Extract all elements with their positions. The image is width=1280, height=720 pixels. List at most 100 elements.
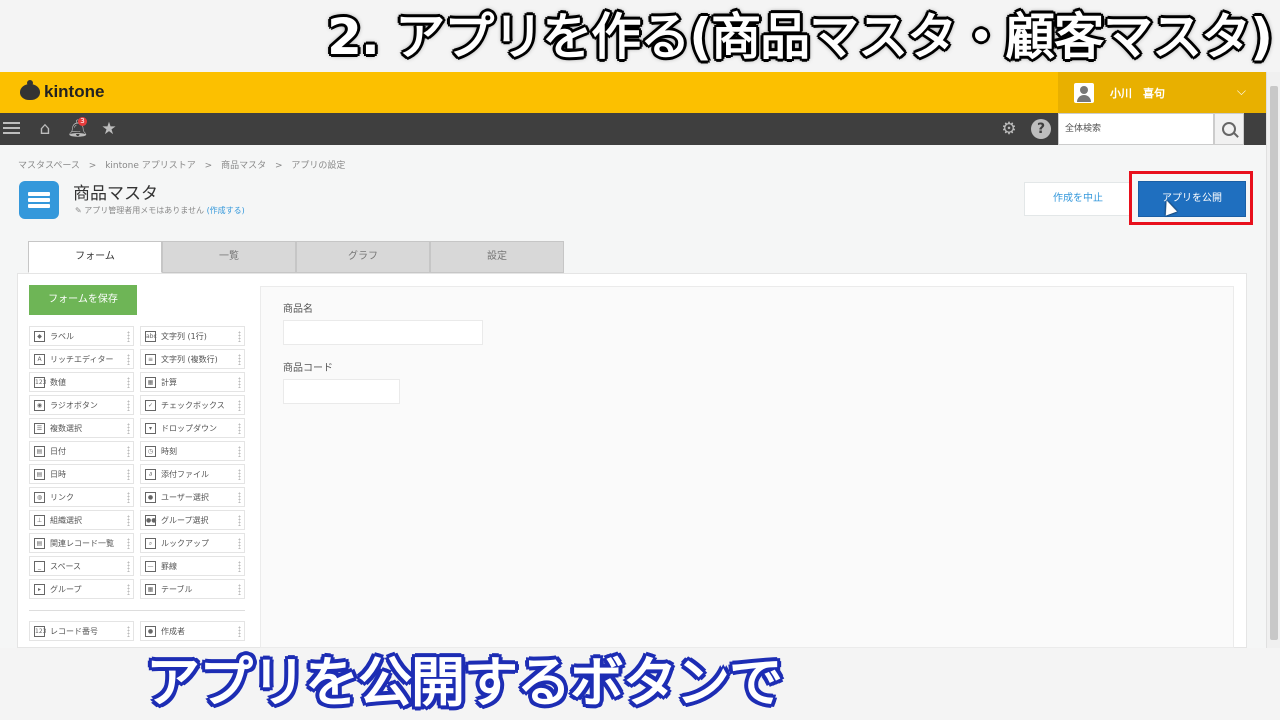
product-code-input[interactable] — [283, 379, 400, 404]
user-name: 小川 喜句 — [1110, 86, 1165, 100]
tab-graph[interactable]: グラフ — [296, 241, 430, 273]
calendar-icon: ▤ — [34, 445, 45, 457]
star-icon[interactable]: ★ — [99, 119, 119, 139]
field-label-product-name: 商品名 — [283, 304, 313, 315]
palette-item-label: 文字列 (複数行) — [161, 354, 218, 364]
palette-item[interactable]: ◉ ラジオボタン — [29, 395, 134, 415]
breadcrumb-appstore[interactable]: kintone アプリストア — [105, 161, 196, 171]
kintone-logo[interactable]: kintone — [20, 80, 104, 103]
save-form-button[interactable]: フォームを保存 — [29, 285, 137, 315]
cancel-creation-button[interactable]: 作成を中止 — [1024, 182, 1132, 216]
palette-item[interactable]: _ スペース — [29, 556, 134, 576]
main-content: マスタスペース > kintone アプリストア > 商品マスタ > アプリの設… — [0, 145, 1266, 648]
palette-item[interactable]: — 罫線 — [140, 556, 245, 576]
palette-item[interactable]: ●● グループ選択 — [140, 510, 245, 530]
clock-icon: ◷ — [145, 445, 156, 457]
help-icon[interactable]: ? — [1031, 119, 1051, 139]
form-canvas[interactable]: 商品名 商品コード — [260, 286, 1234, 648]
palette-item[interactable]: ◆ ラベル — [29, 326, 134, 346]
palette-item-label: チェックボックス — [161, 400, 225, 410]
datetime-icon: ▤ — [34, 468, 45, 480]
palette-item[interactable]: ▤ 日時 — [29, 464, 134, 484]
palette-item[interactable]: ☰ 複数選択 — [29, 418, 134, 438]
palette-divider — [29, 610, 245, 611]
user-menu[interactable]: 小川 喜句 ⌵ — [1058, 72, 1266, 113]
palette-item[interactable]: ● ユーザー選択 — [140, 487, 245, 507]
app-list-icon — [19, 181, 59, 219]
palette-item[interactable]: ▦ 計算 — [140, 372, 245, 392]
palette-item-label: 作成者 — [161, 626, 185, 636]
abc-icon: abc — [145, 330, 157, 342]
globe-icon: ◍ — [34, 491, 45, 503]
palette-item-label: ルックアップ — [161, 538, 209, 548]
breadcrumb-space[interactable]: マスタスペース — [18, 161, 80, 171]
palette-item-label: 数値 — [50, 377, 66, 387]
palette-item-label: テーブル — [161, 584, 193, 594]
calculator-icon: ▦ — [145, 376, 156, 388]
creator-icon: ● — [145, 625, 156, 637]
kintone-logo-icon — [20, 80, 40, 100]
palette-item[interactable]: ≡ 文字列 (複数行) — [140, 349, 245, 369]
dropdown-icon: ▾ — [145, 422, 156, 434]
search-input[interactable]: 全体検索 — [1058, 113, 1214, 145]
memo-icon: ✎ — [75, 206, 82, 215]
palette-item[interactable]: ▦ テーブル — [140, 579, 245, 599]
tab-form[interactable]: フォーム — [28, 241, 162, 273]
org-icon: ⊥ — [34, 514, 45, 526]
breadcrumb-separator: > — [88, 161, 97, 171]
palette-item-label: リッチエディター — [50, 354, 114, 364]
palette-item[interactable]: ∂ 添付ファイル — [140, 464, 245, 484]
page-scrollbar[interactable] — [1266, 72, 1280, 648]
record-number-icon: 123 — [34, 625, 47, 637]
palette-item[interactable]: ▾ ドロップダウン — [140, 418, 245, 438]
rich-text-icon: A — [34, 353, 45, 365]
notification-badge: 3 — [78, 117, 87, 126]
palette-item-label: 罫線 — [161, 561, 177, 571]
home-icon[interactable]: ⌂ — [35, 119, 55, 139]
menu-icon[interactable] — [3, 119, 23, 139]
palette-item[interactable]: ⊥ 組織選択 — [29, 510, 134, 530]
palette-item-label: 計算 — [161, 377, 177, 387]
tab-list[interactable]: 一覧 — [162, 241, 296, 273]
palette-item-label: 文字列 (1行) — [161, 331, 207, 341]
gear-icon[interactable]: ⚙ — [999, 119, 1019, 139]
scrollbar-thumb[interactable] — [1270, 86, 1278, 640]
breadcrumb-separator: > — [204, 161, 213, 171]
breadcrumb-current: アプリの設定 — [291, 161, 346, 171]
palette-item[interactable]: ✓ チェックボックス — [140, 395, 245, 415]
number-icon: 123 — [34, 376, 47, 388]
palette-item[interactable]: ▤ 関連レコード一覧 — [29, 533, 134, 553]
memo-create-link[interactable]: (作成する) — [207, 206, 245, 215]
palette-item[interactable]: abc 文字列 (1行) — [140, 326, 245, 346]
palette-item-label: グループ — [50, 584, 82, 594]
publish-app-button[interactable]: アプリを公開 — [1138, 181, 1246, 217]
breadcrumb-app[interactable]: 商品マスタ — [221, 161, 266, 171]
chevron-down-icon: ⌵ — [1236, 84, 1246, 98]
group-icon: ●● — [145, 514, 157, 526]
radio-icon: ◉ — [34, 399, 45, 411]
palette-item[interactable]: ● 作成者 — [140, 621, 245, 641]
folder-group-icon: ▸ — [34, 583, 45, 595]
line-icon: — — [145, 560, 156, 572]
search-icon[interactable] — [1214, 113, 1244, 145]
palette-item[interactable]: ◍ リンク — [29, 487, 134, 507]
table-icon: ▦ — [145, 583, 156, 595]
palette-item[interactable]: ▸ グループ — [29, 579, 134, 599]
palette-item-label: ユーザー選択 — [161, 492, 209, 502]
palette-item[interactable]: ⌕ ルックアップ — [140, 533, 245, 553]
palette-item-label: グループ選択 — [161, 515, 209, 525]
lookup-icon: ⌕ — [145, 537, 156, 549]
user-icon: ● — [145, 491, 156, 503]
palette-item[interactable]: 123 レコード番号 — [29, 621, 134, 641]
palette-item[interactable]: 123 数値 — [29, 372, 134, 392]
product-name-input[interactable] — [283, 320, 483, 345]
palette-item[interactable]: ▤ 日付 — [29, 441, 134, 461]
palette-item[interactable]: A リッチエディター — [29, 349, 134, 369]
settings-tabs: フォーム 一覧 グラフ 設定 — [28, 241, 564, 273]
palette-item-label: ラベル — [50, 331, 74, 341]
tab-settings[interactable]: 設定 — [430, 241, 564, 273]
palette-item[interactable]: ◷ 時刻 — [140, 441, 245, 461]
video-caption-top: 2. アプリを作る(商品マスタ・顧客マスタ) — [327, 8, 1273, 66]
palette-item-label: レコード番号 — [50, 626, 98, 636]
multi-select-icon: ☰ — [34, 422, 45, 434]
